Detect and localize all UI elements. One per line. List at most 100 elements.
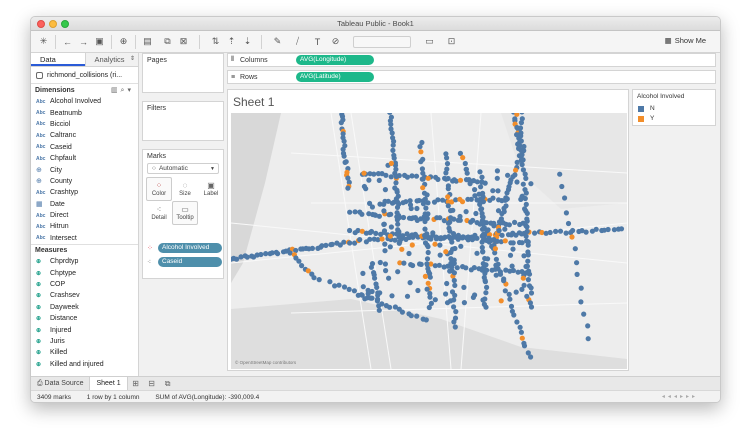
sheet-1-tab[interactable]: Sheet 1	[90, 376, 128, 391]
collision-point[interactable]	[477, 221, 483, 227]
collision-point[interactable]	[518, 138, 524, 144]
collision-point[interactable]	[479, 239, 485, 245]
collision-point[interactable]	[483, 304, 489, 310]
sort-descending-icon[interactable]: ⇣	[241, 35, 254, 48]
tableau-logo-icon[interactable]: ✳	[37, 35, 50, 48]
collision-point[interactable]	[557, 228, 564, 234]
group-icon[interactable]: ⧸	[291, 35, 304, 48]
collision-point[interactable]	[450, 231, 457, 237]
collision-point[interactable]	[445, 203, 451, 209]
collision-point[interactable]	[427, 235, 433, 241]
dimension-item[interactable]: Abc Intersect	[31, 233, 138, 244]
collision-point[interactable]	[409, 232, 415, 238]
collision-point[interactable]	[490, 195, 496, 201]
collision-point[interactable]	[345, 185, 351, 191]
dimension-item[interactable]: Abc Crashtyp	[31, 187, 138, 198]
dimensions-tools-icon[interactable]: ▥⌕▾	[111, 86, 134, 95]
collision-point[interactable]	[425, 249, 431, 256]
collision-point[interactable]	[347, 227, 353, 234]
collision-point[interactable]	[336, 282, 342, 288]
collision-point[interactable]	[504, 190, 510, 196]
collision-point[interactable]	[445, 220, 452, 226]
measure-item[interactable]: ⊕ Killed	[31, 347, 138, 358]
collision-point[interactable]	[376, 303, 382, 309]
collision-point[interactable]	[572, 246, 578, 252]
dimension-item[interactable]: Abc Bicciol	[31, 119, 138, 130]
collision-point[interactable]	[424, 286, 430, 292]
data-source-tab[interactable]: ⎙ Data Source	[31, 376, 91, 391]
collision-point[interactable]	[518, 329, 524, 335]
collision-point[interactable]	[461, 300, 467, 306]
collision-point[interactable]	[352, 209, 358, 215]
collision-point[interactable]	[341, 138, 347, 144]
measure-item[interactable]: ⊕ Crashsev	[31, 290, 138, 301]
collision-point[interactable]	[393, 180, 399, 186]
collision-point[interactable]	[387, 244, 393, 250]
collision-point[interactable]	[445, 186, 451, 192]
collision-point[interactable]	[524, 293, 530, 299]
save-icon[interactable]: ▣	[93, 35, 106, 48]
collision-point[interactable]	[437, 215, 443, 221]
collision-point[interactable]	[484, 284, 490, 290]
collision-point[interactable]	[388, 174, 394, 180]
collision-point[interactable]	[409, 242, 415, 248]
collision-point[interactable]	[369, 288, 375, 295]
collision-point[interactable]	[379, 236, 385, 242]
collision-point[interactable]	[493, 262, 499, 268]
collision-point[interactable]	[509, 263, 515, 269]
collision-point[interactable]	[418, 159, 424, 165]
collision-point[interactable]	[311, 275, 317, 281]
collision-point[interactable]	[396, 240, 402, 246]
collision-point[interactable]	[479, 179, 485, 185]
collision-point[interactable]	[386, 275, 392, 281]
collision-point[interactable]	[490, 188, 496, 194]
map-view[interactable]: © OpenStreetMap contributors	[231, 113, 627, 369]
collision-point[interactable]	[396, 173, 402, 179]
tab-data[interactable]: Data	[31, 53, 85, 66]
collision-point[interactable]	[377, 259, 383, 266]
collision-point[interactable]	[394, 187, 400, 193]
collision-point[interactable]	[443, 291, 449, 297]
clear-sheet-icon[interactable]: ⊠	[177, 35, 190, 48]
collision-point[interactable]	[485, 256, 491, 262]
collision-point[interactable]	[387, 233, 393, 239]
collision-point[interactable]	[443, 176, 449, 182]
collision-point[interactable]	[414, 217, 420, 223]
collision-point[interactable]	[493, 256, 499, 262]
collision-point[interactable]	[414, 205, 420, 212]
collision-point[interactable]	[451, 177, 457, 183]
sheet-navigation-icons[interactable]: ◂◂◂▸▸▸	[662, 391, 698, 402]
collision-point[interactable]	[391, 155, 397, 161]
collision-point[interactable]	[309, 245, 315, 251]
collision-point[interactable]	[329, 241, 335, 247]
collision-point[interactable]	[523, 175, 529, 181]
collision-point[interactable]	[447, 268, 453, 274]
collision-point[interactable]	[381, 221, 387, 227]
collision-point[interactable]	[443, 170, 449, 176]
collision-point[interactable]	[374, 284, 380, 290]
collision-point[interactable]	[388, 160, 394, 166]
collision-point[interactable]	[357, 237, 363, 243]
collision-point[interactable]	[505, 172, 511, 178]
collision-point[interactable]	[362, 296, 368, 302]
collision-point[interactable]	[400, 214, 407, 221]
tooltip-button[interactable]: ▭ Tooltip	[172, 201, 198, 225]
collision-point[interactable]	[368, 264, 374, 270]
add-datasource-icon[interactable]: ⊕	[117, 35, 130, 48]
collision-point[interactable]	[410, 262, 416, 269]
collision-point[interactable]	[316, 277, 322, 283]
collision-point[interactable]	[493, 272, 499, 278]
collision-point[interactable]	[479, 174, 485, 180]
filters-card[interactable]: Filters	[142, 101, 224, 141]
collision-point[interactable]	[375, 296, 381, 302]
collision-point[interactable]	[430, 230, 436, 236]
collision-point[interactable]	[399, 246, 405, 252]
collision-point[interactable]	[275, 251, 281, 257]
collision-point[interactable]	[470, 217, 476, 223]
collision-point[interactable]	[441, 235, 447, 241]
collision-point[interactable]	[413, 173, 420, 179]
collision-point[interactable]	[447, 298, 454, 304]
collision-point[interactable]	[451, 304, 457, 310]
collision-point[interactable]	[508, 232, 514, 238]
collision-point[interactable]	[407, 280, 413, 286]
